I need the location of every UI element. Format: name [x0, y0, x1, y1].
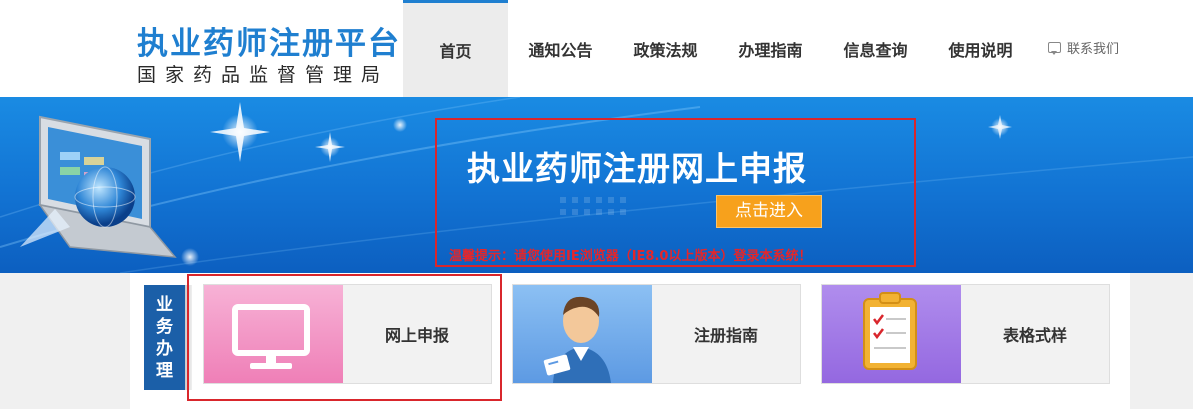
- nav-label: 政策法规: [633, 40, 698, 60]
- main-nav: 首页 通知公告 政策法规 办理指南 信息查询 使用说明: [403, 0, 1033, 97]
- site-header: 执业药师注册平台 国家药品监督管理局 首页 通知公告 政策法规 办理指南 信息查…: [0, 0, 1193, 97]
- globe-icon: [74, 166, 136, 228]
- site-title[interactable]: 执业药师注册平台: [137, 18, 401, 63]
- person-badge-icon: [513, 285, 652, 383]
- card-label: 网上申报: [384, 326, 449, 345]
- nav-label: 使用说明: [948, 40, 1013, 60]
- contact-link[interactable]: 联系我们: [1048, 38, 1119, 57]
- site-subtitle: 国家药品监督管理局: [137, 64, 390, 86]
- nav-item-notices[interactable]: 通知公告: [508, 0, 613, 97]
- business-label: 业 务 办 理: [144, 285, 192, 390]
- card-registration-guide[interactable]: 注册指南: [512, 284, 801, 384]
- browser-tip: 温馨提示：请您使用IE浏览器（IE8.0以上版本）登录本系统！: [449, 249, 812, 264]
- card-label: 表格式样: [1002, 326, 1067, 345]
- business-label-char: 理: [156, 360, 173, 381]
- nav-label: 通知公告: [528, 40, 593, 60]
- nav-item-query[interactable]: 信息查询: [823, 0, 928, 97]
- nav-label: 办理指南: [738, 40, 803, 60]
- monitor-icon: [204, 285, 343, 383]
- nav-item-home[interactable]: 首页: [403, 0, 508, 97]
- business-label-char: 业: [156, 294, 173, 315]
- nav-item-instructions[interactable]: 使用说明: [928, 0, 1033, 97]
- contact-label: 联系我们: [1067, 42, 1120, 57]
- card-form-templates[interactable]: 表格式样: [821, 284, 1110, 384]
- nav-item-guide[interactable]: 办理指南: [718, 0, 823, 97]
- enter-button[interactable]: 点击进入: [716, 195, 822, 228]
- clipboard-checklist-icon: [822, 285, 961, 383]
- message-icon: [1048, 42, 1061, 55]
- card-label: 注册指南: [693, 326, 758, 345]
- card-online-report[interactable]: 网上申报: [203, 284, 492, 384]
- nav-label: 首页: [439, 42, 472, 61]
- online-report-promo: 执业药师注册网上申报 点击进入 温馨提示：请您使用IE浏览器（IE8.0以上版本…: [435, 118, 916, 267]
- nav-item-policies[interactable]: 政策法规: [613, 0, 718, 97]
- business-label-char: 办: [156, 338, 173, 359]
- promo-title: 执业药师注册网上申报: [467, 149, 807, 188]
- business-label-char: 务: [156, 316, 173, 337]
- hero-banner: 执业药师注册网上申报 点击进入 温馨提示：请您使用IE浏览器（IE8.0以上版本…: [0, 97, 1193, 273]
- nav-label: 信息查询: [843, 40, 908, 60]
